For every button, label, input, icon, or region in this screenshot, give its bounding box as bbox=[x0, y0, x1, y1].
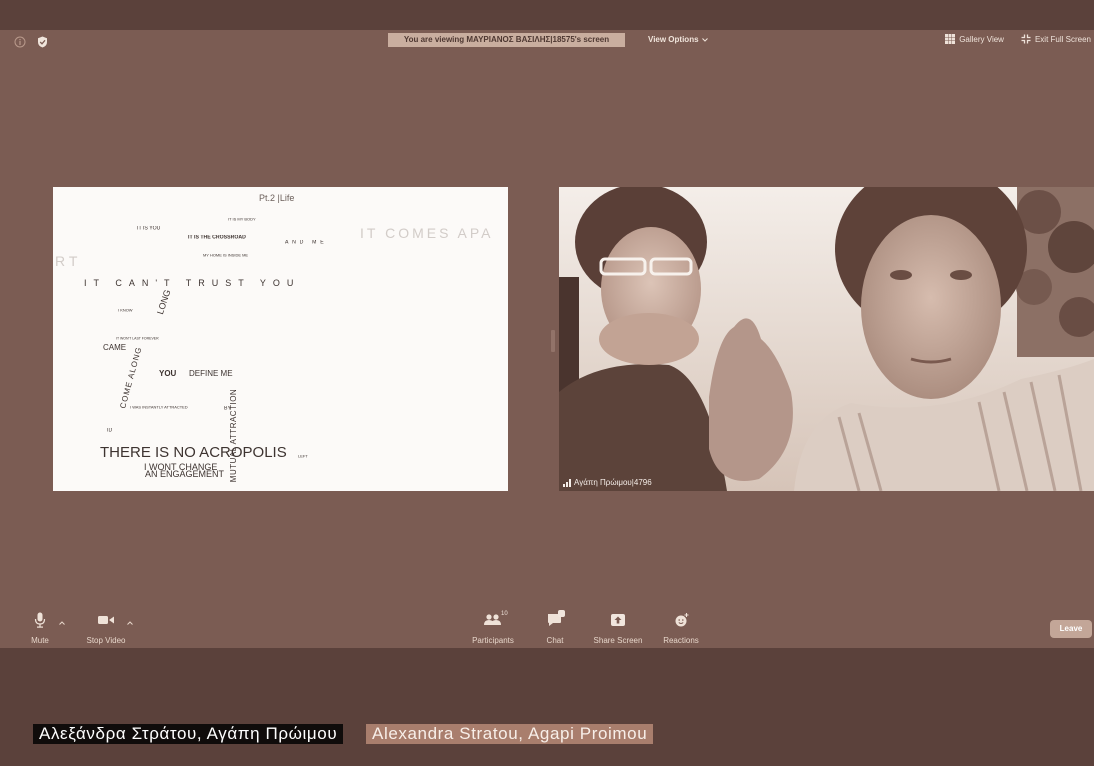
reactions-button[interactable]: Reactions bbox=[658, 612, 704, 645]
caption-greek: Αλεξάνδρα Στράτου, Αγάπη Πρώιμου bbox=[33, 724, 344, 744]
view-options-label: View Options bbox=[648, 35, 699, 44]
phrase-my-home-is-inside-me: MY HOME IS INSIDE ME bbox=[203, 254, 249, 258]
microphone-icon bbox=[34, 612, 46, 628]
phrase-id: ID bbox=[107, 428, 113, 434]
audio-options-caret-icon[interactable] bbox=[59, 621, 65, 625]
info-icon[interactable] bbox=[14, 36, 26, 48]
exit-fullscreen-icon bbox=[1021, 34, 1031, 44]
participants-button[interactable]: 10 Participants bbox=[463, 611, 523, 645]
video-options-caret-icon[interactable] bbox=[127, 621, 133, 625]
camera-icon bbox=[98, 612, 114, 628]
phrase-long: LONG bbox=[155, 288, 173, 316]
participants-icon: 10 bbox=[484, 611, 508, 628]
phrase-come-along: COME ALONG bbox=[118, 345, 144, 410]
phrase-and-me: AND ME bbox=[285, 240, 328, 246]
leave-button[interactable]: Leave bbox=[1050, 620, 1092, 638]
stop-video-button[interactable]: Stop Video bbox=[80, 612, 132, 645]
participant-name-label: Αγάπη Πρώιμου|4796 bbox=[563, 478, 652, 487]
gallery-view-button[interactable]: Gallery View bbox=[945, 34, 1004, 44]
phrase-it-cant-trust-you: IT CAN'T TRUST YOU bbox=[84, 278, 301, 288]
participant-video[interactable]: Αγάπη Πρώιμου|4796 bbox=[559, 187, 1094, 491]
gallery-view-label: Gallery View bbox=[959, 34, 1004, 44]
reactions-label: Reactions bbox=[663, 636, 699, 645]
phrase-came: CAME bbox=[103, 343, 127, 352]
zoom-meeting-window: You are viewing ΜΑΥΡΙΑΝΟΣ ΒΑΣΙΛΗΣ|18575'… bbox=[0, 30, 1094, 648]
phrase-an-engagement: AN ENGAGEMENT bbox=[145, 469, 225, 479]
shared-screen: Pt.2 |Life IT IS MY BODY IT IS YOU IT IS… bbox=[53, 187, 508, 491]
participant-name: Αγάπη Πρώιμου|4796 bbox=[574, 478, 652, 487]
view-controls: Gallery View Exit Full Screen bbox=[945, 34, 1091, 44]
view-options-button[interactable]: View Options bbox=[648, 35, 708, 44]
shared-screen-title: Pt.2 |Life bbox=[259, 193, 295, 203]
chat-icon bbox=[547, 610, 565, 628]
phrase-i-was-instantly-attracted: I WAS INSTANTLY ATTRACTED bbox=[130, 406, 188, 410]
phrase-there-is-no-acropolis: THERE IS NO ACROPOLIS bbox=[100, 444, 287, 461]
chat-button[interactable]: Chat bbox=[540, 610, 570, 645]
participant-video-feed bbox=[559, 187, 1094, 491]
phrase-it-is-you: IT IS YOU bbox=[137, 226, 161, 232]
foliage-background bbox=[1016, 187, 1094, 357]
phrase-you: YOU bbox=[159, 369, 177, 378]
share-screen-icon bbox=[611, 612, 625, 628]
share-screen-label: Share Screen bbox=[593, 636, 643, 645]
phrase-it-is-the-crossroad: IT IS THE CROSSROAD bbox=[188, 235, 246, 241]
phrase-left: LEFT bbox=[298, 455, 308, 459]
phrase-i-know: I KNOW bbox=[118, 309, 133, 313]
participants-label: Participants bbox=[472, 636, 514, 645]
chat-label: Chat bbox=[546, 636, 564, 645]
panel-divider-handle[interactable] bbox=[551, 330, 555, 352]
shield-icon[interactable] bbox=[37, 36, 48, 48]
viewing-screen-banner: You are viewing ΜΑΥΡΙΑΝΟΣ ΒΑΣΙΛΗΣ|18575'… bbox=[388, 33, 625, 47]
phrase-it-wont-last-forever: IT WON'T LAST FOREVER bbox=[116, 337, 159, 341]
grid-icon bbox=[945, 34, 956, 44]
phrase-mutual-attraction: MUTUAL ATTRACTION bbox=[229, 388, 239, 483]
phrase-it-is-my-body: IT IS MY BODY bbox=[228, 218, 256, 222]
signal-strength-icon bbox=[563, 478, 571, 487]
phrase-it-comes-apa: IT COMES APA bbox=[360, 225, 494, 241]
exit-full-screen-label: Exit Full Screen bbox=[1034, 34, 1091, 44]
share-screen-button[interactable]: Share Screen bbox=[590, 612, 646, 645]
participants-count: 10 bbox=[501, 611, 508, 617]
chevron-down-icon bbox=[701, 37, 708, 42]
chat-notification-badge bbox=[558, 610, 565, 617]
phrase-define-me: DEFINE ME bbox=[189, 369, 233, 378]
exit-full-screen-button[interactable]: Exit Full Screen bbox=[1021, 34, 1091, 44]
mute-button[interactable]: Mute bbox=[22, 612, 58, 645]
phrase-rt: RT bbox=[55, 253, 82, 269]
stop-video-label: Stop Video bbox=[86, 636, 126, 645]
mute-label: Mute bbox=[31, 636, 49, 645]
reactions-icon bbox=[674, 612, 689, 628]
caption-english: Alexandra Stratou, Agapi Proimou bbox=[366, 724, 654, 744]
